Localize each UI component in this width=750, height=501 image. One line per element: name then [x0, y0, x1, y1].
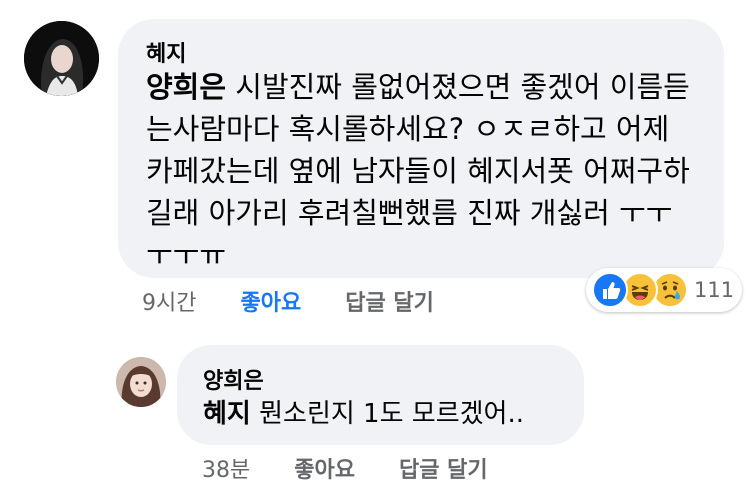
comment-mention[interactable]: 양희은: [146, 70, 226, 104]
commenter-avatar[interactable]: [24, 21, 99, 96]
comment-meta: 9시간 좋아요 답글 달기: [142, 285, 434, 317]
comment-line-1: 양희은 시발진짜 롤없어졌으면 좋겠어 이름듣: [146, 66, 690, 108]
comment-text: 양희은 시발진짜 롤없어졌으면 좋겠어 이름듣 는사람마다 혹시롤하세요? ㅇㅈ…: [146, 66, 690, 276]
reaction-count: 111: [694, 278, 735, 302]
replier-avatar[interactable]: [116, 357, 166, 407]
reply-mention[interactable]: 혜지: [203, 399, 251, 429]
comment-author-name[interactable]: 혜지: [146, 36, 186, 68]
reply-meta: 38분 좋아요 답글 달기: [202, 452, 488, 484]
profile-photo-icon: [24, 21, 99, 96]
profile-photo-icon: [116, 357, 166, 407]
reaction-summary[interactable]: 111: [586, 268, 743, 312]
reply-author-name[interactable]: 양희은: [203, 363, 264, 395]
reply-text-body: 뭔소린지 1도 모르겠어..: [250, 399, 524, 429]
reply-reply-button[interactable]: 답글 달기: [399, 458, 488, 483]
comment-like-button[interactable]: 좋아요: [240, 291, 301, 316]
comment-line-1-text: 시발진짜 롤없어졌으면 좋겠어 이름듣: [226, 70, 690, 104]
comment-line-3: 카페갔는데 옆에 남자들이 혜지서폿 어쩌구하: [146, 154, 690, 188]
reply-text: 혜지 뭔소린지 1도 모르겠어..: [203, 393, 524, 435]
like-icon: [592, 272, 628, 308]
comment-line-2: 는사람마다 혹시롤하세요? ㅇㅈㄹ하고 어제: [146, 112, 670, 146]
comment-time[interactable]: 9시간: [142, 291, 196, 316]
reply-like-button[interactable]: 좋아요: [294, 458, 355, 483]
comment-line-4: 길래 아가리 후려칠뻔했름 진짜 개싫러 ㅜㅜ: [146, 196, 673, 230]
reply-time[interactable]: 38분: [202, 458, 250, 483]
comment-reply-button[interactable]: 답글 달기: [345, 291, 434, 316]
